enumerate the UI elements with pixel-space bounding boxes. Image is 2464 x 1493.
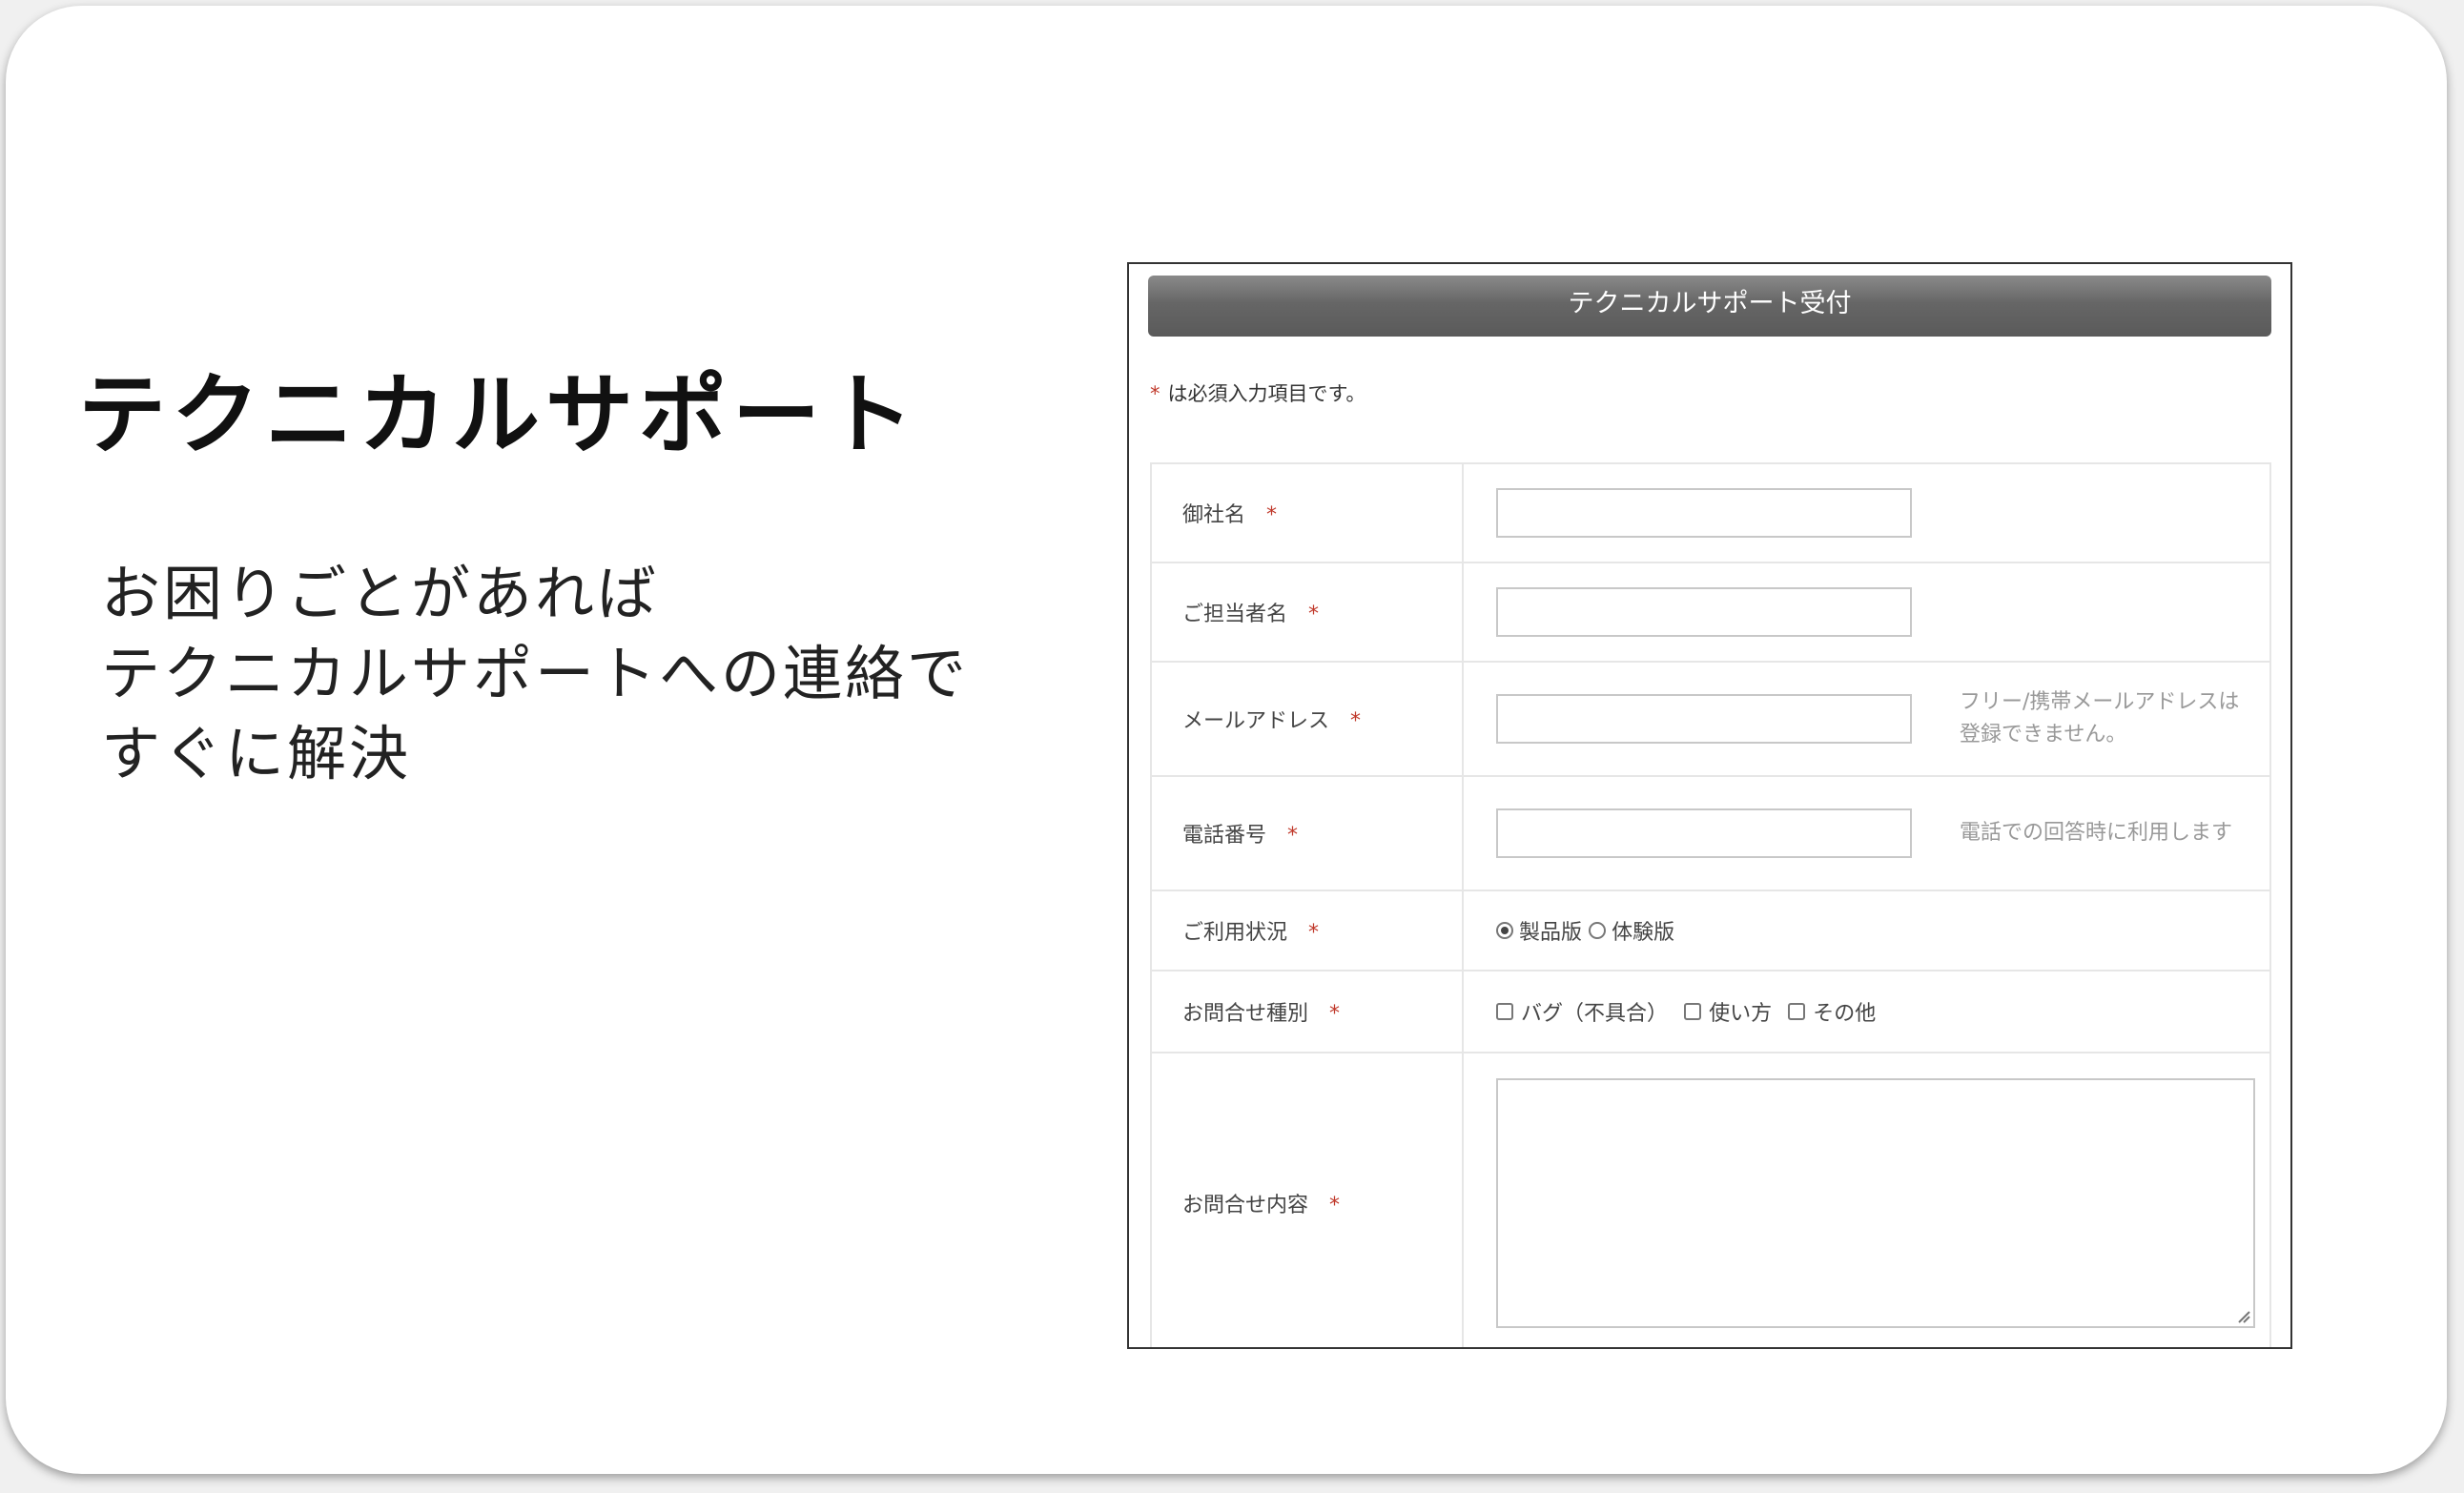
required-star: * xyxy=(1329,1194,1341,1217)
row-phone: 電話番号 * 電話での回答時に利用します xyxy=(1150,775,2271,891)
radio-selected-icon[interactable] xyxy=(1496,922,1513,939)
required-note: * は必須入力項目です。 xyxy=(1150,378,1365,407)
label-content: お問合せ内容 * xyxy=(1150,1052,1464,1347)
radio-icon[interactable] xyxy=(1589,922,1607,939)
label-type: お問合せ種別 * xyxy=(1150,970,1464,1053)
form-header: テクニカルサポート受付 xyxy=(1148,276,2271,337)
usage-option-product[interactable]: 製品版 xyxy=(1496,915,1582,946)
row-company: 御社名 * xyxy=(1150,462,2271,563)
type-option-howto[interactable]: 使い方 xyxy=(1684,996,1772,1027)
email-hint: フリー/携帯メールアドレスは登録できません。 xyxy=(1960,690,2240,746)
slide-title: テクニカルサポート xyxy=(78,364,920,466)
label-person: ご担当者名 * xyxy=(1150,562,1464,663)
label-company: 御社名 * xyxy=(1150,462,1464,563)
checkbox-icon[interactable] xyxy=(1788,1003,1806,1020)
form-table: 御社名 * ご担当者名 * メールアドレス * フリー/携帯メールアドレスは登録できま… xyxy=(1150,462,2271,1347)
required-star: * xyxy=(1350,709,1362,733)
slide-body-line-2: テクニカルサポートへの連絡で xyxy=(101,639,970,708)
row-type: お問合せ種別 * バグ（不具合） 使い方 その他 xyxy=(1150,970,2271,1053)
type-option-other[interactable]: その他 xyxy=(1788,996,1876,1027)
row-usage: ご利用状況 * 製品版 体験版 xyxy=(1150,890,2271,971)
person-input[interactable] xyxy=(1496,587,1912,637)
slide-body: お困りごとがあれば テクニカルサポートへの連絡で すぐに解決 xyxy=(101,554,969,794)
phone-input[interactable] xyxy=(1496,808,1912,858)
required-star: * xyxy=(1308,603,1320,626)
checkbox-icon[interactable] xyxy=(1496,1003,1513,1020)
label-email: メールアドレス * xyxy=(1150,661,1464,777)
checkbox-icon[interactable] xyxy=(1684,1003,1702,1020)
row-email: メールアドレス * フリー/携帯メールアドレスは登録できません。 xyxy=(1150,661,2271,777)
required-star: * xyxy=(1150,382,1160,405)
label-usage: ご利用状況 * xyxy=(1150,890,1464,971)
slide-body-line-3: すぐに解決 xyxy=(101,719,412,788)
required-note-text: は必須入力項目です。 xyxy=(1167,382,1366,405)
required-star: * xyxy=(1308,921,1320,945)
support-form-screenshot: テクニカルサポート受付 * は必須入力項目です。 御社名 * ご担当者名 * メールア… xyxy=(1127,262,2292,1349)
required-star: * xyxy=(1287,824,1299,848)
row-content: お問合せ内容 * xyxy=(1150,1052,2271,1347)
slide-body-line-1: お困りごとがあれば xyxy=(101,559,660,628)
resize-grip-icon[interactable] xyxy=(2235,1308,2250,1323)
company-input[interactable] xyxy=(1496,488,1912,538)
type-option-bug[interactable]: バグ（不具合） xyxy=(1496,996,1668,1027)
phone-hint: 電話での回答時に利用します xyxy=(1960,821,2233,845)
required-star: * xyxy=(1329,1002,1341,1026)
row-person: ご担当者名 * xyxy=(1150,562,2271,663)
content-textarea[interactable] xyxy=(1496,1078,2255,1328)
required-star: * xyxy=(1266,503,1278,527)
email-input[interactable] xyxy=(1496,694,1912,744)
usage-option-trial[interactable]: 体験版 xyxy=(1589,915,1674,946)
label-phone: 電話番号 * xyxy=(1150,775,1464,891)
